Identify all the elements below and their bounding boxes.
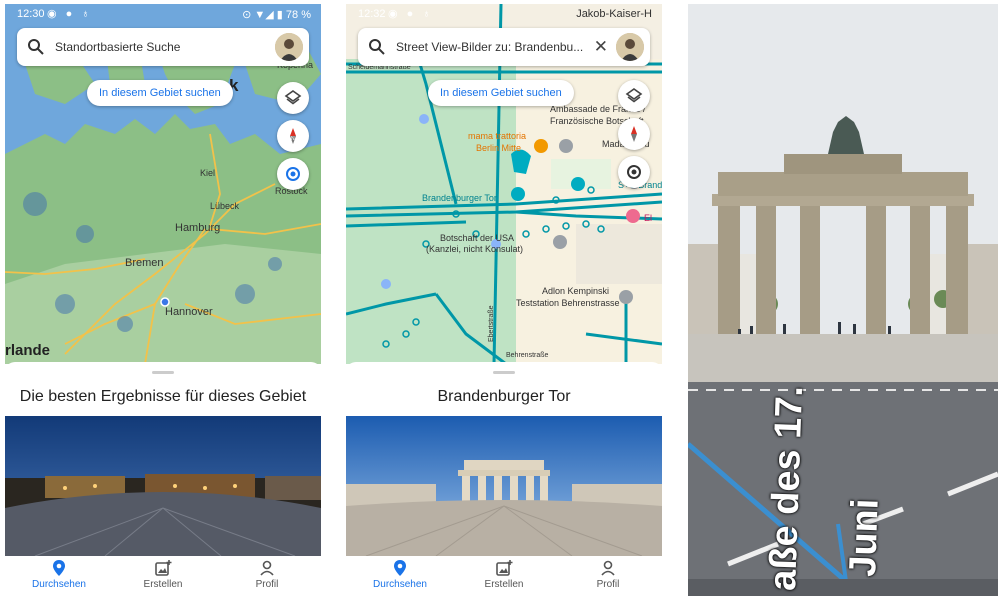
close-icon[interactable]: ✕ — [594, 38, 608, 55]
compass-icon — [631, 126, 637, 142]
phone-screen-explore: Kopenha k Kiel Rostock Lübeck Hamburg Br… — [5, 4, 321, 596]
status-bar: 12:32 ◉ ● ♁ Jakob-Kaiser-H — [346, 4, 662, 24]
panorama-image — [346, 416, 662, 556]
sheet-title: Brandenburger Tor — [437, 388, 571, 405]
map-label-kiel: Kiel — [200, 168, 216, 178]
avatar[interactable] — [616, 33, 644, 61]
nav-item-profil[interactable]: Profil — [217, 559, 317, 590]
map-label-mama-trattoria: mama trattoria — [468, 131, 527, 141]
sheet-drag-handle[interactable] — [152, 371, 174, 374]
map-label-brandenburger-tor: Brandenburger Tor — [422, 193, 497, 203]
compass-icon: N — [290, 128, 296, 144]
nav-label: Profil — [255, 579, 279, 590]
street-view-image — [688, 4, 998, 596]
search-this-area-button[interactable]: In diesem Gebiet suchen — [87, 80, 233, 106]
compass-button[interactable] — [618, 118, 650, 150]
panorama-thumbnail-harbor[interactable] — [5, 416, 321, 556]
nav-label: Erstellen — [143, 579, 183, 590]
street-name-text-2: Juni — [842, 497, 887, 578]
location-pin-icon — [394, 560, 406, 576]
avatar-image — [275, 33, 303, 61]
phone-screen-brandenburger-tor: Scheidemannstraße Ambassade de France / … — [346, 4, 662, 596]
map-label-behrenstrasse: Behrenstraße — [506, 352, 549, 359]
status-bar: 12:30 ◉ ● ♁ ⊙ ▼◢ ▮ 78 % — [5, 4, 321, 24]
results-sheet[interactable]: Die besten Ergebnisse für dieses Gebiet … — [5, 362, 321, 596]
search-query: Street View-Bilder zu: Brandenbu... — [396, 40, 584, 54]
search-placeholder: Standortbasierte Suche — [55, 40, 181, 54]
sheet-title: Die besten Ergebnisse für dieses Gebiet — [19, 388, 307, 405]
nav-label: Durchsehen — [32, 579, 86, 590]
map-label-hannover: Hannover — [165, 306, 213, 318]
my-location-button[interactable] — [277, 158, 309, 190]
bottom-navigation: Durchsehen Erstellen Profil — [5, 556, 321, 596]
search-icon — [28, 39, 44, 55]
person-icon — [260, 560, 274, 576]
nav-label: Profil — [596, 579, 620, 590]
map-label-botschaft-2: (Kanzlei, nicht Konsulat) — [426, 244, 524, 254]
status-time: 12:30 — [17, 8, 45, 20]
results-sheet[interactable]: Brandenburger Tor Durchsehen Erstellen P… — [346, 362, 662, 596]
map-label-luebeck: Lübeck — [210, 201, 240, 211]
map-label-hamburg: Hamburg — [175, 222, 221, 234]
map-label-el: El — [644, 213, 653, 223]
nav-item-profil[interactable]: Profil — [558, 559, 658, 590]
compass-button[interactable]: N — [277, 120, 309, 152]
search-bar[interactable]: Standortbasierte Suche — [17, 28, 309, 66]
nav-item-durchsehen[interactable]: Durchsehen — [350, 559, 450, 590]
status-overlay-label: Jakob-Kaiser-H — [576, 8, 652, 20]
map-label-berlin-mitte: Berlin Mitte — [476, 143, 522, 153]
bottom-navigation: Durchsehen Erstellen Profil — [346, 556, 662, 596]
nav-label: Erstellen — [484, 579, 524, 590]
svg-text:N: N — [291, 136, 295, 142]
person-icon — [601, 560, 615, 576]
search-this-area-button[interactable]: In diesem Gebiet suchen — [428, 80, 574, 106]
street-view-panorama[interactable]: aße des 17. Juni — [688, 4, 998, 596]
status-notification-icons: ◉ ● ♁ — [47, 8, 93, 20]
location-pin-icon — [53, 560, 65, 576]
avatar[interactable] — [275, 33, 303, 61]
layers-button[interactable] — [618, 80, 650, 112]
nav-item-erstellen[interactable]: Erstellen — [113, 559, 213, 590]
sheet-drag-handle[interactable] — [493, 371, 515, 374]
nav-item-erstellen[interactable]: Erstellen — [454, 559, 554, 590]
map-label-adlon-2: Teststation Behrenstrasse — [516, 298, 620, 308]
map-label-adlon-1: Adlon Kempinski — [542, 286, 610, 296]
avatar-image — [616, 33, 644, 61]
panorama-image — [5, 416, 321, 556]
nav-item-durchsehen[interactable]: Durchsehen — [9, 559, 109, 590]
search-bar[interactable]: Street View-Bilder zu: Brandenbu... ✕ — [358, 28, 650, 66]
my-location-button[interactable] — [618, 156, 650, 188]
add-photo-icon — [155, 560, 172, 576]
phone-screen-street-view: aße des 17. Juni — [688, 4, 998, 596]
add-photo-icon — [496, 560, 513, 576]
map-label-bremen: Bremen — [125, 257, 164, 269]
my-location-icon — [286, 167, 300, 181]
map-label-niederlande: rlande — [5, 342, 51, 359]
search-icon — [369, 39, 385, 55]
status-time: 12:32 — [358, 8, 386, 20]
layers-icon — [625, 88, 643, 103]
street-name-text-1: aße des 17. — [762, 385, 812, 592]
my-location-icon — [627, 165, 641, 179]
layers-button[interactable] — [277, 82, 309, 114]
map-label-botschaft-1: Botschaft der USA — [440, 233, 515, 243]
status-battery: ⊙ ▼◢ ▮ 78 % — [242, 9, 311, 21]
status-notification-icons: ◉ ● ♁ — [388, 8, 434, 20]
map-label-ebertstrasse: Ebertstraße — [488, 305, 495, 342]
panorama-thumbnail-brandenburger-tor[interactable] — [346, 416, 662, 556]
nav-label: Durchsehen — [373, 579, 427, 590]
layers-icon — [284, 90, 302, 105]
